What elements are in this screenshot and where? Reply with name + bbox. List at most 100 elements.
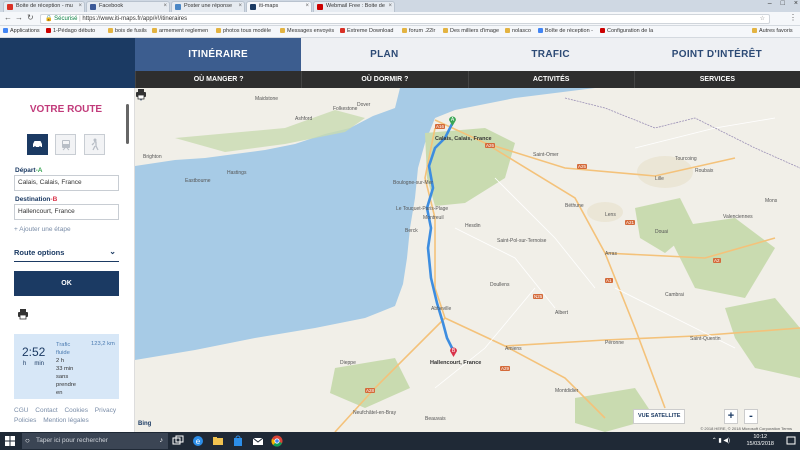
- map-place-label: Douai: [655, 229, 669, 235]
- map-place-label: Mons: [765, 198, 778, 204]
- apps-icon: [3, 28, 8, 33]
- subtab-services[interactable]: SERVICES: [633, 71, 800, 88]
- zoom-out-button[interactable]: -: [744, 409, 758, 424]
- ok-button[interactable]: OK: [14, 271, 119, 296]
- store-icon[interactable]: [232, 435, 244, 447]
- back-icon[interactable]: ←: [4, 13, 12, 22]
- browser-tab-strip: Boite de réception - mu × Facebook × Pos…: [0, 0, 800, 12]
- close-icon[interactable]: ×: [78, 3, 82, 9]
- browser-tab-active[interactable]: iti-maps ×: [246, 1, 312, 12]
- map-place-label: Albert: [555, 310, 569, 316]
- bookmark-item[interactable]: Configuration de la: [600, 28, 653, 34]
- bookmark-label: armement reglemen: [159, 28, 209, 34]
- close-icon[interactable]: ×: [238, 3, 242, 9]
- mode-car-button[interactable]: [27, 134, 48, 155]
- notifications-icon[interactable]: [786, 436, 796, 446]
- close-window-icon[interactable]: ×: [794, 0, 798, 7]
- bookmark-other[interactable]: Autres favoris: [752, 28, 793, 34]
- footer-link-mentions[interactable]: Mention légales: [43, 417, 89, 424]
- map-canvas[interactable]: Saint-Omer Boulogne-sur-Mer Le Touquet-Par…: [135, 88, 800, 432]
- bookmark-label: Boîte de réception -: [545, 28, 594, 34]
- close-icon[interactable]: ×: [163, 3, 167, 9]
- close-icon[interactable]: ×: [388, 3, 392, 9]
- destination-input[interactable]: Hallencourt, France: [14, 204, 119, 220]
- map-place-label: Saint-Pol-sur-Ternoise: [497, 238, 547, 244]
- tab-point-interet[interactable]: POINT D'INTÉRÊT: [633, 38, 800, 71]
- bookmark-item[interactable]: 1-Pédago débuto: [46, 28, 95, 34]
- footer-links: CGU Contact Cookies Privacy Policies Men…: [14, 406, 124, 426]
- footer-link-privacy[interactable]: Privacy: [95, 407, 116, 414]
- subtab-activites[interactable]: ACTIVITÉS: [467, 71, 634, 88]
- tab-plan[interactable]: PLAN: [301, 38, 468, 71]
- traffic-info: Trafic fluide 2 h 33 min sans prendre en: [56, 341, 76, 397]
- youtube-icon: [46, 28, 51, 33]
- road-shield: N25: [533, 294, 544, 299]
- zoom-in-button[interactable]: +: [724, 409, 738, 424]
- minimize-icon[interactable]: –: [768, 0, 772, 7]
- bookmark-item[interactable]: armement reglemen: [152, 28, 208, 34]
- marker-a-icon[interactable]: A: [448, 115, 457, 126]
- menu-icon[interactable]: ⋮: [789, 13, 797, 22]
- tab-label: Boite de réception - mu: [16, 3, 73, 9]
- task-view-icon[interactable]: [172, 435, 184, 447]
- tab-itineraire[interactable]: ITINÉRAIRE: [135, 38, 302, 71]
- depart-input[interactable]: Calais, Calais, France: [14, 175, 119, 191]
- route-options-dropdown[interactable]: Route options ⌄: [14, 247, 119, 262]
- bookmark-item[interactable]: Boîte de réception -: [538, 28, 593, 34]
- bookmark-item[interactable]: forum .22lr: [402, 28, 435, 34]
- clock-date: 15/03/2018: [746, 441, 774, 447]
- browser-tab[interactable]: Poster une réponse ×: [171, 1, 245, 12]
- secure-label: Sécurisé: [54, 16, 78, 22]
- bookmark-apps[interactable]: Applications: [3, 28, 40, 34]
- reload-icon[interactable]: ↻: [27, 13, 34, 22]
- system-tray[interactable]: ⌃ ▮ ◀): [712, 437, 730, 444]
- mode-transit-button[interactable]: [55, 134, 76, 155]
- bookmark-label: Autres favoris: [759, 28, 793, 34]
- route-result-card[interactable]: 2:52 h min Trafic fluide 2 h 33 min sans …: [14, 334, 119, 399]
- marker-b-icon[interactable]: B: [449, 346, 458, 357]
- tab-trafic[interactable]: TRAFIC: [467, 38, 634, 71]
- footer-link-contact[interactable]: Contact: [35, 407, 57, 414]
- browser-tab[interactable]: Boite de réception - mu ×: [3, 1, 85, 12]
- maximize-icon[interactable]: □: [781, 0, 785, 7]
- start-city-label: Calais, Calais, France: [435, 136, 492, 142]
- footer-link-cookies[interactable]: Cookies: [64, 407, 87, 414]
- add-step-link[interactable]: + Ajouter une étape: [14, 226, 71, 233]
- bookmark-item[interactable]: Messages envoyés: [280, 28, 334, 34]
- url-field[interactable]: 🔒 Sécurisé | https://www.iti-maps.fr/app…: [40, 14, 770, 24]
- edge-icon[interactable]: e: [192, 435, 204, 447]
- close-icon[interactable]: ×: [305, 3, 309, 9]
- map-place-label: Brighton: [143, 154, 162, 160]
- taskbar-search[interactable]: ○ Taper ici pour rechercher ♪: [22, 433, 168, 449]
- windows-start-icon[interactable]: [5, 436, 15, 446]
- bookmarks-bar: Applications 1-Pédago débuto bois de fus…: [0, 26, 800, 38]
- chrome-icon[interactable]: [271, 435, 283, 447]
- bookmark-item[interactable]: photos tous modèle: [216, 28, 271, 34]
- browser-tab[interactable]: Facebook ×: [86, 1, 170, 12]
- bookmark-item[interactable]: Des milliers d'image: [443, 28, 499, 34]
- mail-icon[interactable]: [252, 435, 264, 447]
- file-explorer-icon[interactable]: [212, 435, 224, 447]
- forward-icon[interactable]: →: [15, 13, 23, 22]
- star-icon[interactable]: ☆: [760, 15, 765, 24]
- config-icon: [600, 28, 605, 33]
- subtab-ou-dormir[interactable]: OÙ DORMIR ?: [301, 71, 467, 88]
- bookmark-item[interactable]: Extreme Download: [340, 28, 393, 34]
- taskbar-clock[interactable]: 10:12 15/03/2018: [746, 434, 774, 448]
- bookmark-item[interactable]: bois de fusils: [108, 28, 147, 34]
- subtab-ou-manger[interactable]: OÙ MANGER ?: [135, 71, 301, 88]
- map-place-label: Montdidier: [555, 388, 579, 394]
- satellite-view-button[interactable]: VUE SATELLITE: [633, 409, 686, 424]
- browser-tab[interactable]: Webmail Free : Boite de ×: [313, 1, 395, 12]
- site-logo-area[interactable]: [0, 38, 135, 88]
- footer-link-policies[interactable]: Policies: [14, 417, 36, 424]
- traffic-detail: sans: [56, 374, 69, 380]
- footer-link-cgu[interactable]: CGU: [14, 407, 28, 414]
- mode-walk-button[interactable]: [84, 134, 105, 155]
- map-copyright[interactable]: © 2018 HERE, © 2018 Microsoft Corporatio…: [700, 426, 792, 431]
- print-icon[interactable]: [17, 308, 29, 320]
- map-place-label: Valenciennes: [723, 214, 753, 220]
- print-icon[interactable]: [135, 88, 147, 100]
- microphone-icon[interactable]: ♪: [160, 433, 164, 449]
- bookmark-item[interactable]: nolasco: [505, 28, 531, 34]
